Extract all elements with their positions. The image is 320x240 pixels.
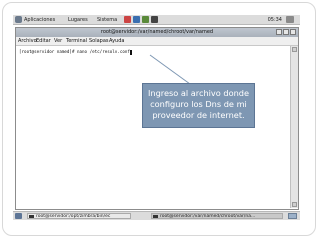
- task-label: root@servidor:/opt/zimbra/bin/ec: [36, 214, 111, 219]
- callout-text: Ingreso al archivo donde configuro los D…: [147, 88, 250, 120]
- bottom-taskbar: root@servidor:/opt/zimbra/bin/ec root@se…: [13, 211, 300, 220]
- terminal-icon: [153, 214, 158, 218]
- task-label: root@servidor:/var/named/chroot/var/na..…: [160, 214, 256, 219]
- show-desktop-icon[interactable]: [15, 213, 22, 219]
- terminal-icon: [29, 214, 34, 218]
- workspace-switcher[interactable]: [288, 213, 297, 219]
- callout-box: Ingreso al archivo donde configuro los D…: [142, 83, 255, 128]
- task-button-named[interactable]: root@servidor:/var/named/chroot/var/na..…: [151, 213, 283, 219]
- task-button-zimbra[interactable]: root@servidor:/opt/zimbra/bin/ec: [27, 213, 131, 219]
